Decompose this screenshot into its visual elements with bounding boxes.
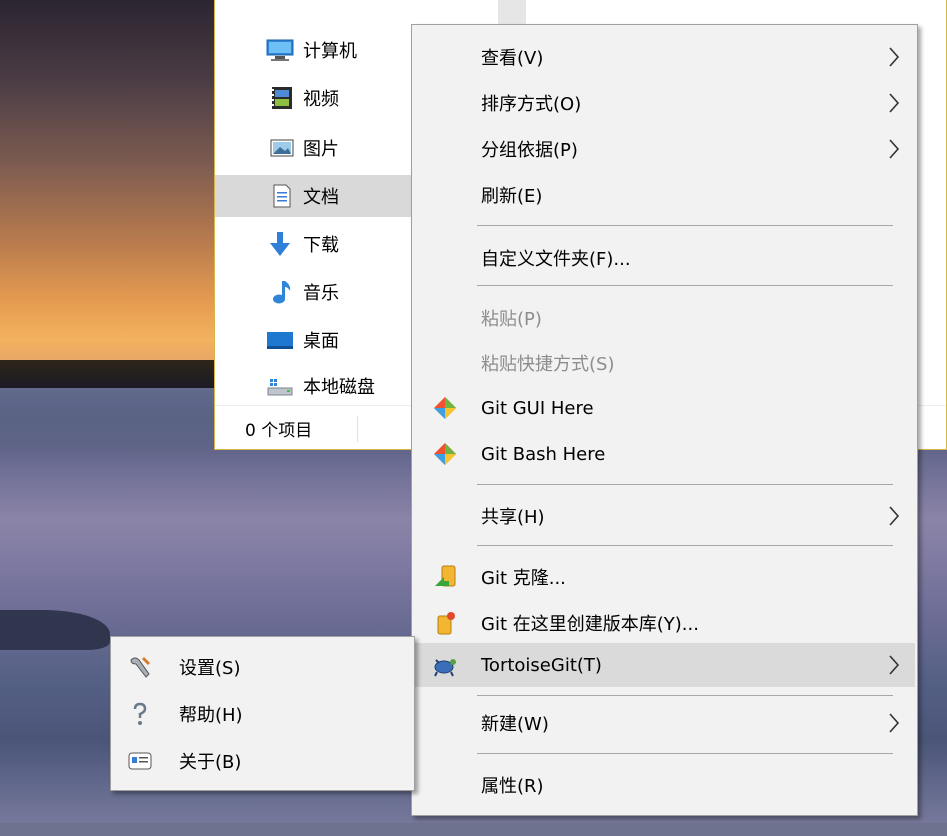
menu-item-label: 自定义文件夹(F)... bbox=[481, 249, 631, 270]
chevron-right-icon bbox=[889, 655, 900, 675]
chevron-right-icon bbox=[889, 139, 900, 159]
nav-item-label: 本地磁盘 bbox=[303, 377, 375, 398]
menu-item-label: 排序方式(O) bbox=[481, 94, 582, 115]
menu-item-view[interactable]: 查看(V) bbox=[414, 35, 915, 79]
menu-item-refresh[interactable]: 刷新(E) bbox=[414, 173, 915, 217]
menu-item-sort-by[interactable]: 排序方式(O) bbox=[414, 81, 915, 125]
nav-item-videos[interactable]: 视频 bbox=[215, 77, 415, 119]
submenu-item-about[interactable]: 关于(B) bbox=[113, 739, 412, 783]
git-create-repo-icon bbox=[437, 612, 455, 635]
menu-item-paste[interactable]: 粘贴(P) bbox=[414, 296, 915, 340]
tortoisegit-submenu: 设置(S) 帮助(H) 关于(B) bbox=[110, 636, 415, 791]
about-icon bbox=[128, 752, 152, 770]
menu-item-new[interactable]: 新建(W) bbox=[414, 701, 915, 745]
nav-item-label: 图片 bbox=[303, 139, 339, 160]
music-icon bbox=[265, 279, 295, 305]
menu-separator bbox=[477, 484, 893, 485]
nav-item-downloads[interactable]: 下载 bbox=[215, 223, 415, 265]
submenu-item-settings[interactable]: 设置(S) bbox=[113, 645, 412, 689]
menu-item-label: 新建(W) bbox=[481, 714, 549, 735]
menu-separator bbox=[477, 225, 893, 226]
status-divider bbox=[357, 416, 358, 442]
menu-item-label: 属性(R) bbox=[481, 776, 544, 797]
menu-item-label: Git 在这里创建版本库(Y)... bbox=[481, 614, 699, 635]
menu-item-label: 共享(H) bbox=[481, 507, 545, 528]
nav-item-computer[interactable]: 计算机 bbox=[215, 29, 415, 71]
chevron-right-icon bbox=[889, 93, 900, 113]
nav-item-local-disk[interactable]: 本地磁盘 bbox=[215, 365, 415, 407]
menu-item-git-bash[interactable]: Git Bash Here bbox=[414, 432, 915, 476]
menu-item-properties[interactable]: 属性(R) bbox=[414, 763, 915, 807]
menu-item-label: Git GUI Here bbox=[481, 397, 594, 419]
nav-item-label: 桌面 bbox=[303, 331, 339, 352]
menu-item-git-clone[interactable]: Git 克隆... bbox=[414, 555, 915, 599]
menu-item-share[interactable]: 共享(H) bbox=[414, 494, 915, 538]
menu-separator bbox=[477, 285, 893, 286]
chevron-right-icon bbox=[889, 47, 900, 67]
menu-item-label: Git 克隆... bbox=[481, 568, 566, 589]
menu-separator bbox=[477, 695, 893, 696]
git-icon bbox=[434, 397, 456, 419]
menu-item-label: 粘贴快捷方式(S) bbox=[481, 354, 615, 375]
chevron-right-icon bbox=[889, 506, 900, 526]
nav-item-music[interactable]: 音乐 bbox=[215, 271, 415, 313]
menu-separator bbox=[477, 753, 893, 754]
git-icon bbox=[434, 443, 456, 465]
nav-item-pictures[interactable]: 图片 bbox=[215, 127, 415, 169]
nav-item-label: 音乐 bbox=[303, 283, 339, 304]
menu-item-group-by[interactable]: 分组依据(P) bbox=[414, 127, 915, 171]
settings-wrench-icon bbox=[130, 656, 151, 678]
menu-item-label: 关于(B) bbox=[179, 752, 242, 773]
menu-item-label: Git Bash Here bbox=[481, 443, 606, 465]
chevron-right-icon bbox=[889, 713, 900, 733]
desktop-icon bbox=[265, 327, 295, 353]
item-count: 0 个项目 bbox=[245, 420, 313, 441]
menu-item-git-gui[interactable]: Git GUI Here bbox=[414, 386, 915, 430]
desktop-bottom-strip bbox=[0, 823, 947, 836]
pictures-icon bbox=[265, 135, 295, 161]
nav-item-documents[interactable]: 文档 bbox=[215, 175, 415, 217]
nav-item-label: 视频 bbox=[303, 89, 339, 110]
nav-item-desktop[interactable]: 桌面 bbox=[215, 319, 415, 361]
menu-item-label: 分组依据(P) bbox=[481, 140, 578, 161]
video-icon bbox=[265, 85, 295, 111]
menu-item-label: 帮助(H) bbox=[179, 705, 243, 726]
documents-icon bbox=[265, 183, 295, 209]
computer-icon bbox=[265, 37, 295, 63]
menu-item-label: TortoiseGit(T) bbox=[481, 654, 602, 676]
download-icon bbox=[265, 231, 295, 257]
menu-separator bbox=[477, 545, 893, 546]
tortoisegit-icon bbox=[434, 659, 456, 677]
menu-item-label: 刷新(E) bbox=[481, 186, 543, 207]
git-clone-icon bbox=[435, 565, 456, 587]
nav-item-label: 计算机 bbox=[303, 41, 357, 62]
navigation-pane: 计算机 视频 图片 文档 下载 音乐 桌面 本地磁盘 bbox=[215, 0, 415, 405]
nav-item-label: 下载 bbox=[303, 235, 339, 256]
menu-item-label: 粘贴(P) bbox=[481, 309, 542, 330]
menu-item-label: 设置(S) bbox=[179, 658, 241, 679]
menu-item-paste-shortcut[interactable]: 粘贴快捷方式(S) bbox=[414, 341, 915, 385]
nav-item-label: 文档 bbox=[303, 187, 339, 208]
menu-item-git-create-repo[interactable]: Git 在这里创建版本库(Y)... bbox=[414, 601, 915, 645]
context-menu: 查看(V) 排序方式(O) 分组依据(P) 刷新(E) 自定义文件夹(F)...… bbox=[411, 24, 918, 816]
submenu-item-help[interactable]: 帮助(H) bbox=[113, 692, 412, 736]
local-disk-icon bbox=[265, 373, 295, 399]
help-icon bbox=[133, 702, 147, 725]
menu-item-label: 查看(V) bbox=[481, 48, 544, 69]
menu-item-tortoisegit[interactable]: TortoiseGit(T) bbox=[414, 643, 915, 687]
menu-item-customize-folder[interactable]: 自定义文件夹(F)... bbox=[414, 236, 915, 280]
